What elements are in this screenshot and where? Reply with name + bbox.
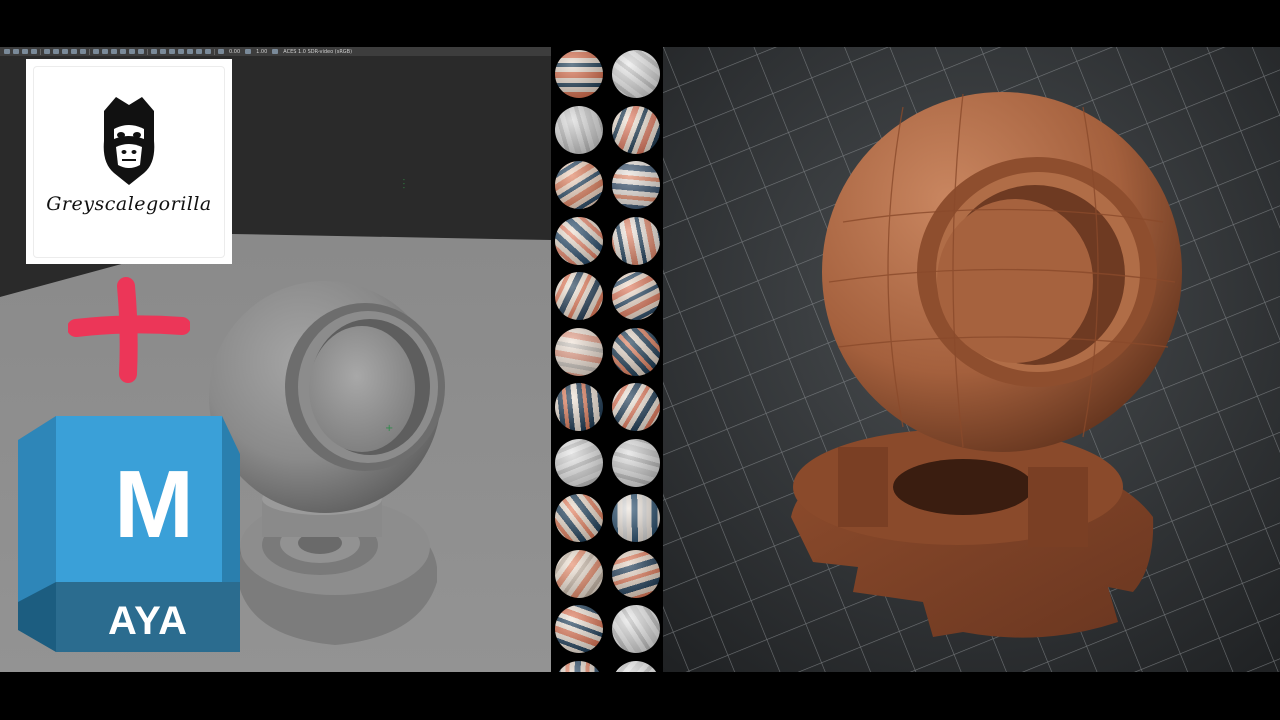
toolbar-icon[interactable] <box>22 49 28 54</box>
view-transform-select[interactable]: ACES 1.0 SDR-video (sRGB) <box>283 49 352 55</box>
toolbar-icon[interactable] <box>205 49 211 54</box>
material-swatch[interactable] <box>555 272 603 320</box>
material-swatch[interactable] <box>555 549 603 598</box>
material-swatch-panel[interactable] <box>551 47 663 672</box>
toolbar-icon[interactable] <box>71 49 77 54</box>
material-swatch[interactable] <box>612 494 660 542</box>
material-swatch[interactable] <box>612 105 660 154</box>
gamma-value[interactable]: 1.00 <box>256 49 267 55</box>
material-swatch[interactable] <box>612 383 660 431</box>
toolbar-icon[interactable] <box>178 49 184 54</box>
exposure-value[interactable]: 0.00 <box>229 49 240 55</box>
greyscalegorilla-wordmark: Greyscalegorilla <box>46 193 212 215</box>
color-management-icon[interactable] <box>272 49 279 54</box>
material-swatch[interactable] <box>612 50 660 98</box>
toolbar-separator <box>147 48 148 55</box>
toolbar-icon[interactable] <box>93 49 99 54</box>
toolbar-icon[interactable] <box>44 49 50 54</box>
toolbar-icon[interactable] <box>13 49 19 54</box>
toolbar-icon[interactable] <box>187 49 193 54</box>
gorilla-icon <box>103 97 155 185</box>
material-swatch[interactable] <box>555 216 603 265</box>
material-swatch[interactable] <box>555 105 603 154</box>
render-preview <box>663 47 1280 672</box>
maya-wordmark: AYA <box>107 598 189 643</box>
toolbar-icon[interactable] <box>129 49 135 54</box>
toolbar-separator <box>89 48 90 55</box>
material-swatch[interactable] <box>555 438 603 487</box>
maya-letter: M <box>114 451 194 558</box>
toolbar-icon[interactable] <box>62 49 68 54</box>
svg-text:+: + <box>385 423 393 434</box>
toolbar-icon[interactable] <box>4 49 10 54</box>
material-swatch[interactable] <box>612 327 660 376</box>
material-swatch[interactable] <box>612 549 660 598</box>
material-swatch[interactable] <box>612 216 660 265</box>
material-swatch[interactable] <box>555 494 603 542</box>
toolbar-icon[interactable] <box>151 49 157 54</box>
exposure-icon[interactable] <box>218 49 224 54</box>
toolbar-icon[interactable] <box>80 49 86 54</box>
toolbar-icon[interactable] <box>169 49 175 54</box>
toolbar-icon[interactable] <box>111 49 117 54</box>
toolbar-icon[interactable] <box>138 49 144 54</box>
viewport-toolbar: 0.00 1.00 ACES 1.0 SDR-video (sRGB) <box>0 47 551 56</box>
material-swatch[interactable] <box>612 272 660 320</box>
toolbar-icon[interactable] <box>53 49 59 54</box>
greyscalegorilla-logo: Greyscalegorilla <box>26 59 232 264</box>
material-swatch[interactable] <box>555 161 603 209</box>
toolbar-icon[interactable] <box>196 49 202 54</box>
toolbar-icon[interactable] <box>102 49 108 54</box>
material-swatch[interactable] <box>612 660 660 672</box>
rendered-scene <box>663 47 1280 672</box>
toolbar-icon[interactable] <box>120 49 126 54</box>
toolbar-separator <box>214 48 215 55</box>
maya-logo: M AYA <box>18 416 240 652</box>
material-swatch[interactable] <box>555 383 603 431</box>
material-swatch[interactable] <box>612 161 660 209</box>
svg-text:⫶: ⫶ <box>402 177 406 193</box>
toolbar-icon[interactable] <box>31 49 37 54</box>
gamma-icon[interactable] <box>245 49 252 54</box>
material-swatch[interactable] <box>555 327 603 376</box>
material-swatch[interactable] <box>555 50 603 98</box>
material-swatch[interactable] <box>612 605 660 653</box>
material-swatch[interactable] <box>555 660 603 672</box>
toolbar-icon[interactable] <box>160 49 166 54</box>
toolbar-separator <box>40 48 41 55</box>
material-swatch[interactable] <box>555 605 603 653</box>
plus-icon <box>68 277 190 383</box>
material-swatch[interactable] <box>612 438 660 487</box>
